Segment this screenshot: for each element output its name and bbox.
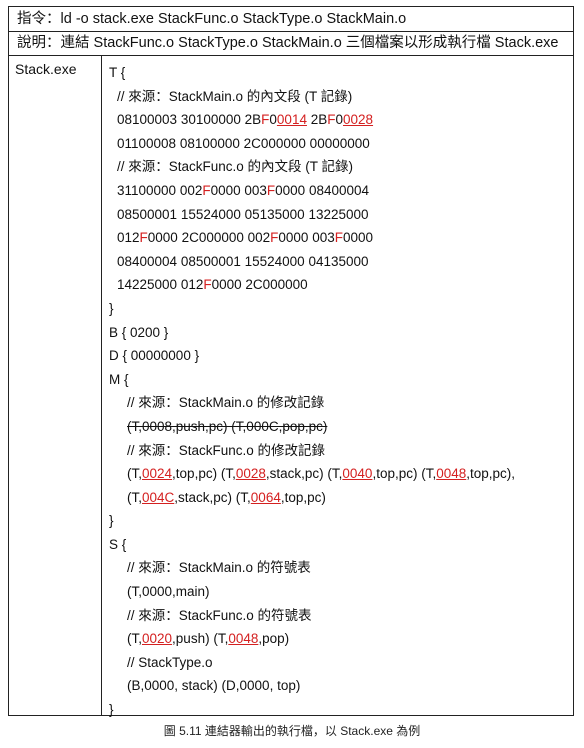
listing-text: S { — [109, 536, 127, 552]
flag-highlight: F — [203, 277, 212, 293]
listing-line: } — [109, 297, 569, 321]
listing-text: } — [109, 513, 114, 529]
listing-line: // 來源：StackFunc.o 的修改記錄 — [109, 439, 569, 463]
listing-text: (T, — [127, 631, 142, 647]
flag-highlight: F — [334, 230, 343, 246]
object-file-listing: T { // 來源：StackMain.o 的內文段 (T 記錄) 08100003… — [109, 61, 569, 722]
address-highlight: 0020 — [142, 631, 173, 647]
listing-line: B { 0200 } — [109, 321, 569, 345]
listing-text: ,top,pc) — [280, 489, 326, 505]
listing-text: 08500001 15524000 05135000 13225000 — [117, 206, 369, 222]
listing-line: // 來源：StackFunc.o 的符號表 — [109, 604, 569, 628]
listing-line: // 來源：StackMain.o 的內文段 (T 記錄) — [109, 85, 569, 109]
listing-text: 0000 2C000000 002 — [147, 230, 271, 246]
listing-line: // StackType.o — [109, 651, 569, 675]
listing-line: (B,0000, stack) (D,0000, top) — [109, 674, 569, 698]
listing-text: T { — [109, 65, 126, 80]
listing-text: // 來源：StackFunc.o 的修改記錄 — [127, 442, 326, 458]
listing-table: 指令：ld -o stack.exe StackFunc.o StackType… — [8, 6, 574, 717]
address-highlight: 0048 — [228, 631, 259, 647]
listing-line: (T,0000,main) — [109, 580, 569, 604]
listing-text: 14225000 012 — [117, 277, 204, 293]
figure-caption: 圖 5.11 連結器輸出的執行檔，以 Stack.exe 為例 — [163, 724, 421, 738]
address-highlight: 0028 — [235, 466, 266, 482]
listing-line: 01100008 08100000 2C000000 00000000 — [109, 132, 569, 156]
address-highlight: 004C — [142, 489, 175, 505]
column-divider — [101, 55, 102, 715]
listing-text: ,pop) — [258, 631, 290, 647]
listing-text: (T, — [127, 466, 142, 482]
listing-text: (T,0008,push,pc) (T,000C,pop,pc) — [127, 418, 328, 434]
listing-text: // StackType.o — [127, 654, 213, 670]
flag-highlight: F — [139, 230, 148, 246]
listing-line: (T,004C,stack,pc) (T,0064,top,pc) — [109, 486, 569, 510]
flag-highlight: F — [266, 182, 276, 198]
address-highlight: 0028 — [343, 112, 374, 128]
divider — [9, 55, 573, 56]
listing-text: ,push) (T, — [172, 631, 229, 647]
listing-text: // 來源：StackMain.o 的內文段 (T 記錄) — [117, 88, 353, 104]
listing-text: ,stack,pc) (T, — [174, 489, 251, 505]
listing-text: 012 — [117, 230, 140, 246]
listing-text: D { 00000000 } — [109, 348, 200, 364]
listing-text: 01100008 08100000 2C000000 00000000 — [117, 135, 370, 151]
listing-text: } — [109, 702, 114, 718]
address-highlight: 0024 — [142, 466, 173, 482]
listing-text: B { 0200 } — [109, 324, 169, 340]
listing-line: 012F0000 2C000000 002F0000 003F0000 — [109, 226, 569, 250]
listing-text: ,top,pc) (T, — [372, 466, 437, 482]
listing-text: (T, — [127, 489, 142, 505]
listing-text: // 來源：StackFunc.o 的內文段 (T 記錄) — [117, 159, 354, 175]
listing-text: 0 — [335, 112, 343, 128]
listing-text: 08400004 08500001 15524000 04135000 — [117, 253, 369, 269]
command-line: 指令：ld -o stack.exe StackFunc.o StackType… — [17, 11, 407, 27]
listing-line: 31100000 002F0000 003F0000 08400004 — [109, 179, 569, 203]
description-line: 說明：連結 StackFunc.o StackType.o StackMain.… — [17, 35, 559, 51]
listing-text: 08100003 30100000 2B — [117, 112, 262, 128]
listing-line: S { — [109, 533, 569, 557]
listing-line: } — [109, 698, 569, 722]
flag-highlight: F — [202, 182, 211, 198]
listing-text: (T,0000,main) — [127, 584, 210, 600]
listing-text: // 來源：StackMain.o 的修改記錄 — [127, 395, 325, 411]
listing-text: 0 — [269, 112, 277, 128]
listing-line: // 來源：StackMain.o 的符號表 — [109, 556, 569, 580]
listing-text: 0000 003 — [210, 182, 267, 198]
listing-text: M { — [109, 371, 129, 387]
listing-text: ,top,pc), — [466, 466, 516, 482]
listing-line: 14225000 012F0000 2C000000 — [109, 273, 569, 297]
listing-line: 08100003 30100000 2BF00014 2BF00028 — [109, 108, 569, 132]
listing-text: 0000 08400004 — [275, 182, 370, 198]
listing-text: // 來源：StackFunc.o 的符號表 — [127, 607, 312, 623]
address-highlight: 0040 — [342, 466, 373, 482]
listing-line: (T,0024,top,pc) (T,0028,stack,pc) (T,004… — [109, 462, 569, 486]
address-highlight: 0064 — [250, 489, 281, 505]
listing-line: T { — [109, 61, 569, 85]
listing-text: 31100000 002 — [117, 182, 203, 198]
listing-line: 08400004 08500001 15524000 04135000 — [109, 250, 569, 274]
listing-line: // 來源：StackFunc.o 的內文段 (T 記錄) — [109, 155, 569, 179]
listing-line: (T,0008,push,pc) (T,000C,pop,pc) — [109, 415, 569, 439]
listing-text: ,top,pc) (T, — [172, 466, 236, 482]
address-highlight: 0048 — [436, 466, 467, 482]
listing-line: 08500001 15524000 05135000 13225000 — [109, 203, 569, 227]
listing-text: 0000 003 — [278, 230, 335, 246]
listing-line: } — [109, 509, 569, 533]
listing-text: (B,0000, stack) (D,0000, top) — [127, 678, 301, 694]
address-highlight: 0014 — [276, 112, 307, 128]
listing-text: ,stack,pc) (T, — [265, 466, 343, 482]
listing-text: // 來源：StackMain.o 的符號表 — [127, 560, 311, 576]
listing-line: (T,0020,push) (T,0048,pop) — [109, 627, 569, 651]
file-label: Stack.exe — [15, 61, 77, 77]
listing-line: // 來源：StackMain.o 的修改記錄 — [109, 391, 569, 415]
listing-text: } — [109, 300, 114, 316]
listing-line: M { — [109, 368, 569, 392]
listing-text: 0000 — [342, 230, 374, 246]
listing-text: 2B — [306, 112, 328, 128]
listing-text: 0000 2C000000 — [211, 277, 308, 293]
listing-line: D { 00000000 } — [109, 344, 569, 368]
